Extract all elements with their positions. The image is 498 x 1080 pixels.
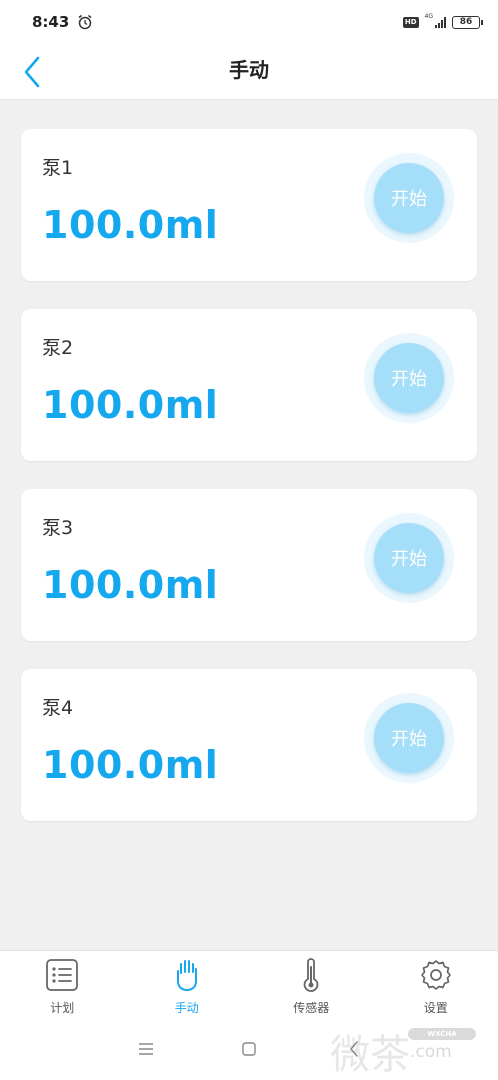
pump-volume: 100.0ml: [42, 383, 219, 427]
pump-name: 泵1: [42, 157, 74, 179]
status-bar: 8:43 HD 4G 86: [0, 0, 498, 44]
watermark-text: 微茶: [330, 1032, 410, 1078]
gear-icon: [420, 960, 451, 990]
back-arrow-icon[interactable]: [18, 52, 50, 92]
system-nav-bar: 微茶 WXCHA .com: [0, 1020, 498, 1080]
start-button-ring: 开始: [364, 333, 454, 423]
status-time: 8:43: [32, 13, 70, 31]
home-square-icon[interactable]: [242, 1042, 256, 1056]
battery-level: 86: [459, 16, 473, 27]
start-button[interactable]: 开始: [374, 163, 444, 233]
thermometer-icon: [303, 958, 319, 992]
hd-icon: HD: [402, 16, 419, 28]
pump-name: 泵4: [42, 697, 74, 719]
pump-card-2: 泵2 100.0ml 开始: [21, 309, 477, 461]
tab-manual[interactable]: 手动: [125, 951, 250, 1020]
watermark-domain: .com: [410, 1042, 452, 1062]
watermark-badge: WXCHA: [408, 1028, 476, 1040]
start-button-ring: 开始: [364, 513, 454, 603]
tab-plan[interactable]: 计划: [0, 951, 125, 1020]
pump-card-3: 泵3 100.0ml 开始: [21, 489, 477, 641]
list-icon: [46, 959, 79, 991]
hand-icon: [176, 960, 197, 991]
tab-label: 计划: [50, 1001, 75, 1015]
start-button[interactable]: 开始: [374, 523, 444, 593]
pump-name: 泵2: [42, 337, 74, 359]
pump-volume: 100.0ml: [42, 563, 219, 607]
screen: 8:43 HD 4G 86 手动 泵1 100.0ml 开始 泵2 100.0m…: [0, 0, 498, 1080]
bottom-tab-bar: 计划 手动 传感器 设置: [0, 950, 498, 1020]
pump-volume: 100.0ml: [42, 743, 219, 787]
header: 手动: [0, 44, 498, 100]
start-button[interactable]: 开始: [374, 703, 444, 773]
pump-name: 泵3: [42, 517, 74, 539]
page-title: 手动: [229, 58, 269, 82]
signal-icon: 4G: [424, 13, 446, 28]
menu-icon[interactable]: [138, 1042, 154, 1056]
start-button-ring: 开始: [364, 153, 454, 243]
battery-icon: 86: [452, 15, 483, 29]
alarm-icon: [78, 14, 92, 30]
pump-card-1: 泵1 100.0ml 开始: [21, 129, 477, 281]
tab-label: 设置: [423, 1001, 448, 1015]
tab-label: 传感器: [293, 1001, 330, 1015]
network-type: 4G: [424, 13, 433, 20]
start-button[interactable]: 开始: [374, 343, 444, 413]
tab-sensor[interactable]: 传感器: [249, 951, 374, 1020]
tab-label: 手动: [174, 1001, 199, 1015]
status-icons: HD 4G 86: [402, 13, 483, 29]
pump-card-4: 泵4 100.0ml 开始: [21, 669, 477, 821]
watermark: 微茶 WXCHA .com: [330, 1020, 478, 1080]
start-button-ring: 开始: [364, 693, 454, 783]
pump-volume: 100.0ml: [42, 203, 219, 247]
tab-settings[interactable]: 设置: [374, 951, 498, 1020]
